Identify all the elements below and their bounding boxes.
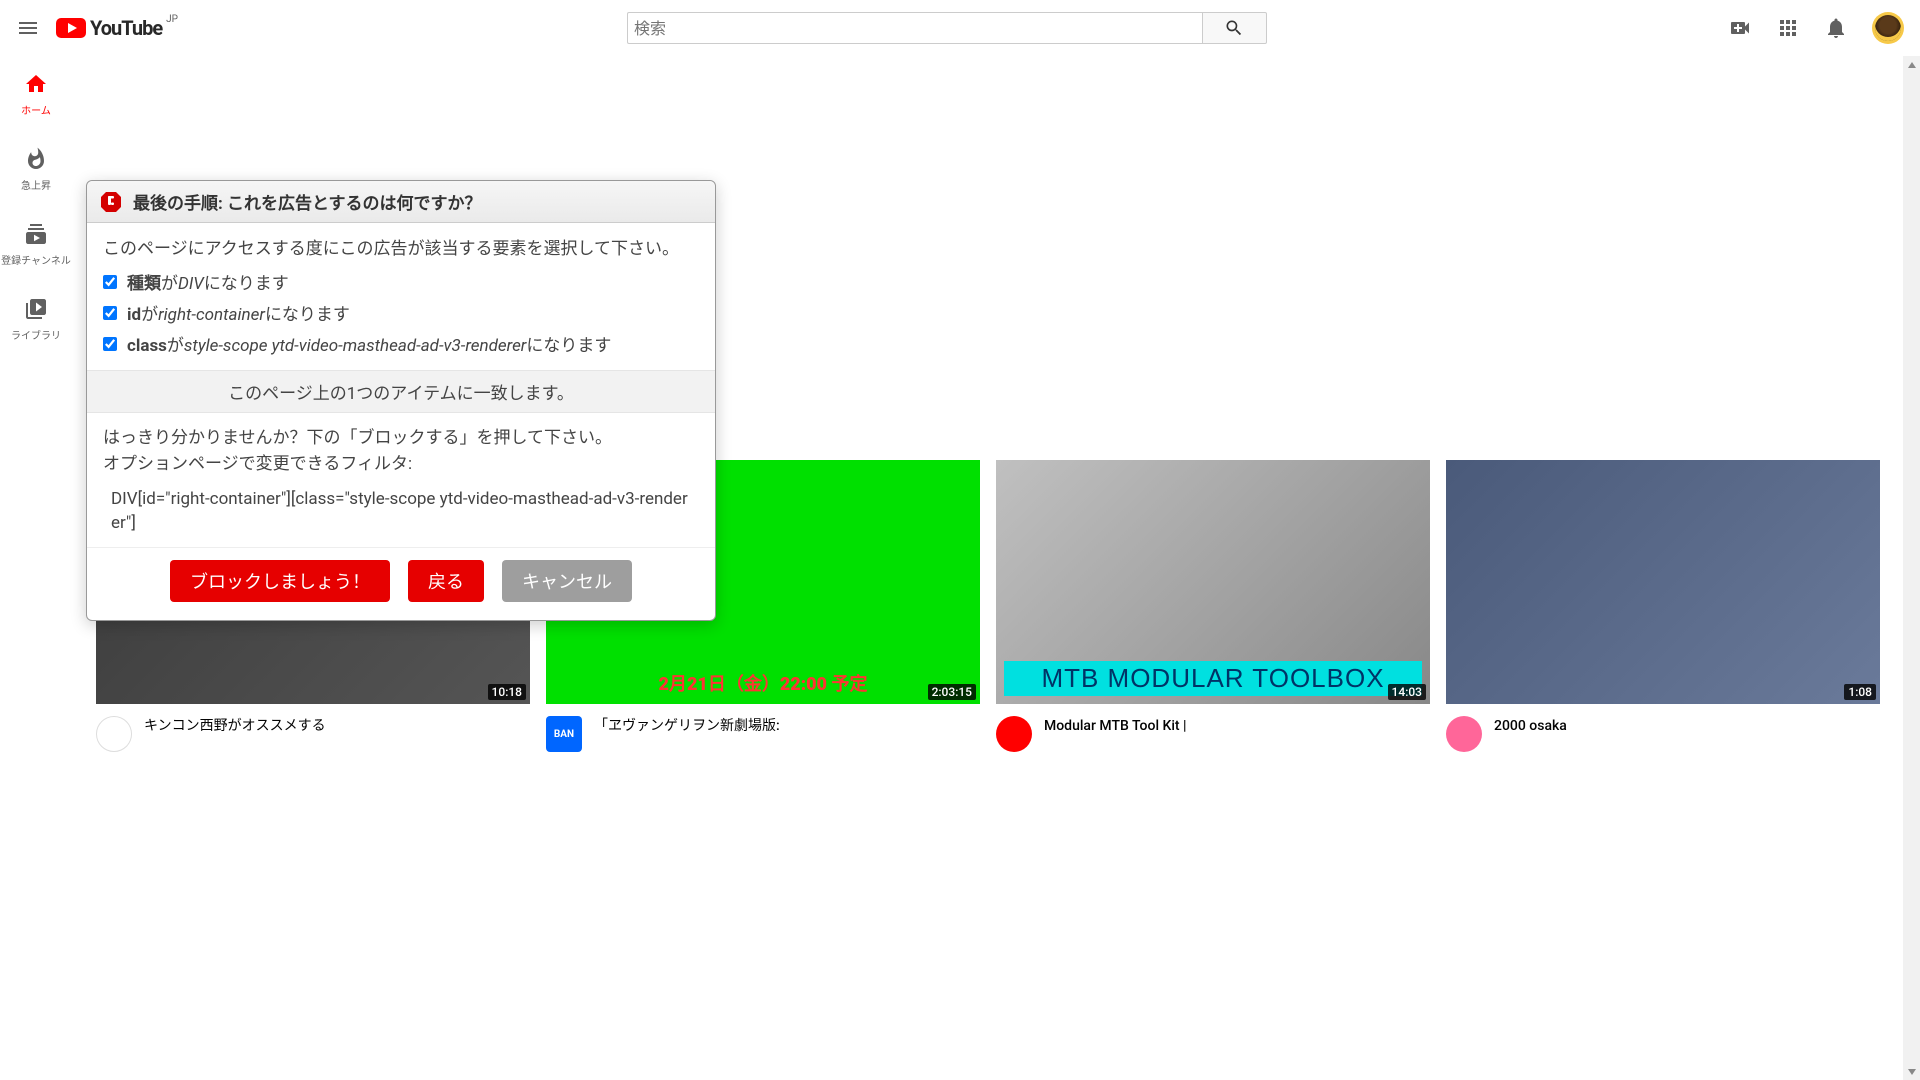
video-thumbnail[interactable]: MTB MODULAR TOOLBOX 14:03 — [996, 460, 1430, 704]
help-text-1: はっきり分かりませんか？下の「ブロックする」を押して下さい。 — [103, 425, 699, 451]
video-duration: 14:03 — [1388, 684, 1426, 700]
help-text-2: オプションページで変更できるフィルタ: — [103, 451, 699, 477]
country-code: JP — [166, 14, 178, 25]
sidebar-item-label: 急上昇 — [21, 177, 51, 192]
video-title: 2000 osaka — [1494, 716, 1567, 752]
sidebar: ホーム 急上昇 登録チャンネル ライブラリ — [0, 56, 72, 1080]
apps-button[interactable] — [1768, 8, 1808, 48]
user-avatar[interactable] — [1872, 12, 1904, 44]
home-icon — [24, 72, 48, 96]
stop-icon — [99, 190, 123, 214]
logo[interactable]: YouTube JP — [56, 16, 178, 40]
dialog-body: このページにアクセスする度にこの広告が該当する要素を選択して下さい。 種類がDI… — [87, 223, 715, 370]
checkbox[interactable] — [103, 275, 117, 289]
vertical-scrollbar[interactable] — [1903, 56, 1920, 1080]
check-strong: id — [127, 305, 141, 325]
menu-icon[interactable] — [16, 16, 40, 40]
check-strong: 種類 — [127, 274, 161, 294]
brand-text: YouTube — [90, 16, 162, 40]
header-center — [178, 12, 1716, 44]
bell-icon — [1824, 16, 1848, 40]
video-card[interactable]: 1:08 2000 osaka — [1446, 460, 1880, 752]
filter-check-class[interactable]: classがstyle-scope ytd-video-masthead-ad-… — [103, 331, 699, 356]
sidebar-item-home[interactable]: ホーム — [0, 56, 72, 131]
notifications-button[interactable] — [1816, 8, 1856, 48]
trending-icon — [24, 147, 48, 171]
adblock-dialog: 最後の手順: これを広告とするのは何ですか？ このページにアクセスする度にこの広… — [86, 180, 716, 621]
dialog-header: 最後の手順: これを広告とするのは何ですか？ — [87, 181, 715, 223]
create-button[interactable] — [1720, 8, 1760, 48]
match-count: このページ上の1つのアイテムに一致します。 — [87, 370, 715, 413]
scroll-down-button[interactable] — [1903, 1063, 1920, 1080]
video-title: 「ヱヴァンゲリヲン新劇場版: — [594, 716, 780, 752]
library-icon — [24, 297, 48, 321]
subscriptions-icon — [24, 222, 48, 246]
sidebar-item-label: 登録チャンネル — [1, 252, 71, 267]
channel-avatar[interactable] — [96, 716, 132, 752]
video-duration: 2:03:15 — [928, 684, 976, 700]
header-right — [1716, 8, 1904, 48]
channel-avatar[interactable] — [1446, 716, 1482, 752]
search-button[interactable] — [1202, 12, 1267, 44]
video-duration: 10:18 — [488, 684, 526, 700]
search-box — [627, 12, 1267, 44]
video-card[interactable]: MTB MODULAR TOOLBOX 14:03 Modular MTB To… — [996, 460, 1430, 752]
apps-icon — [1776, 16, 1800, 40]
cancel-button[interactable]: キャンセル — [502, 560, 632, 602]
sidebar-item-trending[interactable]: 急上昇 — [0, 131, 72, 206]
check-strong: class — [127, 336, 167, 356]
search-icon — [1224, 18, 1244, 38]
header: YouTube JP — [0, 0, 1920, 56]
filter-check-type[interactable]: 種類がDIVになります — [103, 269, 699, 294]
avatar-image — [1875, 15, 1901, 41]
thumb-overlay-text: MTB MODULAR TOOLBOX — [1004, 661, 1422, 696]
back-button[interactable]: 戻る — [408, 560, 484, 602]
filter-check-id[interactable]: idがright-containerになります — [103, 300, 699, 325]
sidebar-item-subscriptions[interactable]: 登録チャンネル — [0, 206, 72, 281]
dialog-lower: はっきり分かりませんか？下の「ブロックする」を押して下さい。 オプションページで… — [87, 413, 715, 547]
video-title: キンコン西野がオススメする — [144, 716, 326, 752]
search-input[interactable] — [627, 12, 1202, 44]
dialog-instruction: このページにアクセスする度にこの広告が該当する要素を選択して下さい。 — [103, 235, 699, 263]
channel-avatar[interactable] — [996, 716, 1032, 752]
dialog-footer: ブロックしましょう！ 戻る キャンセル — [87, 547, 715, 620]
sidebar-item-library[interactable]: ライブラリ — [0, 281, 72, 356]
promo-text: 2月21日（金）22:00 予定 — [659, 670, 868, 696]
checkbox[interactable] — [103, 337, 117, 351]
video-plus-icon — [1728, 16, 1752, 40]
video-duration: 1:08 — [1844, 684, 1876, 700]
block-button[interactable]: ブロックしましょう！ — [170, 560, 390, 602]
checkbox[interactable] — [103, 306, 117, 320]
video-thumbnail[interactable]: 1:08 — [1446, 460, 1880, 704]
channel-avatar[interactable]: BAN — [546, 716, 582, 752]
filter-selector: DIV[id="right-container"][class="style-s… — [103, 477, 699, 535]
sidebar-item-label: ライブラリ — [11, 327, 61, 342]
scroll-up-button[interactable] — [1903, 56, 1920, 73]
video-title: Modular MTB Tool Kit | — [1044, 716, 1187, 752]
sidebar-item-label: ホーム — [21, 102, 51, 117]
dialog-title: 最後の手順: これを広告とするのは何ですか？ — [133, 189, 482, 214]
